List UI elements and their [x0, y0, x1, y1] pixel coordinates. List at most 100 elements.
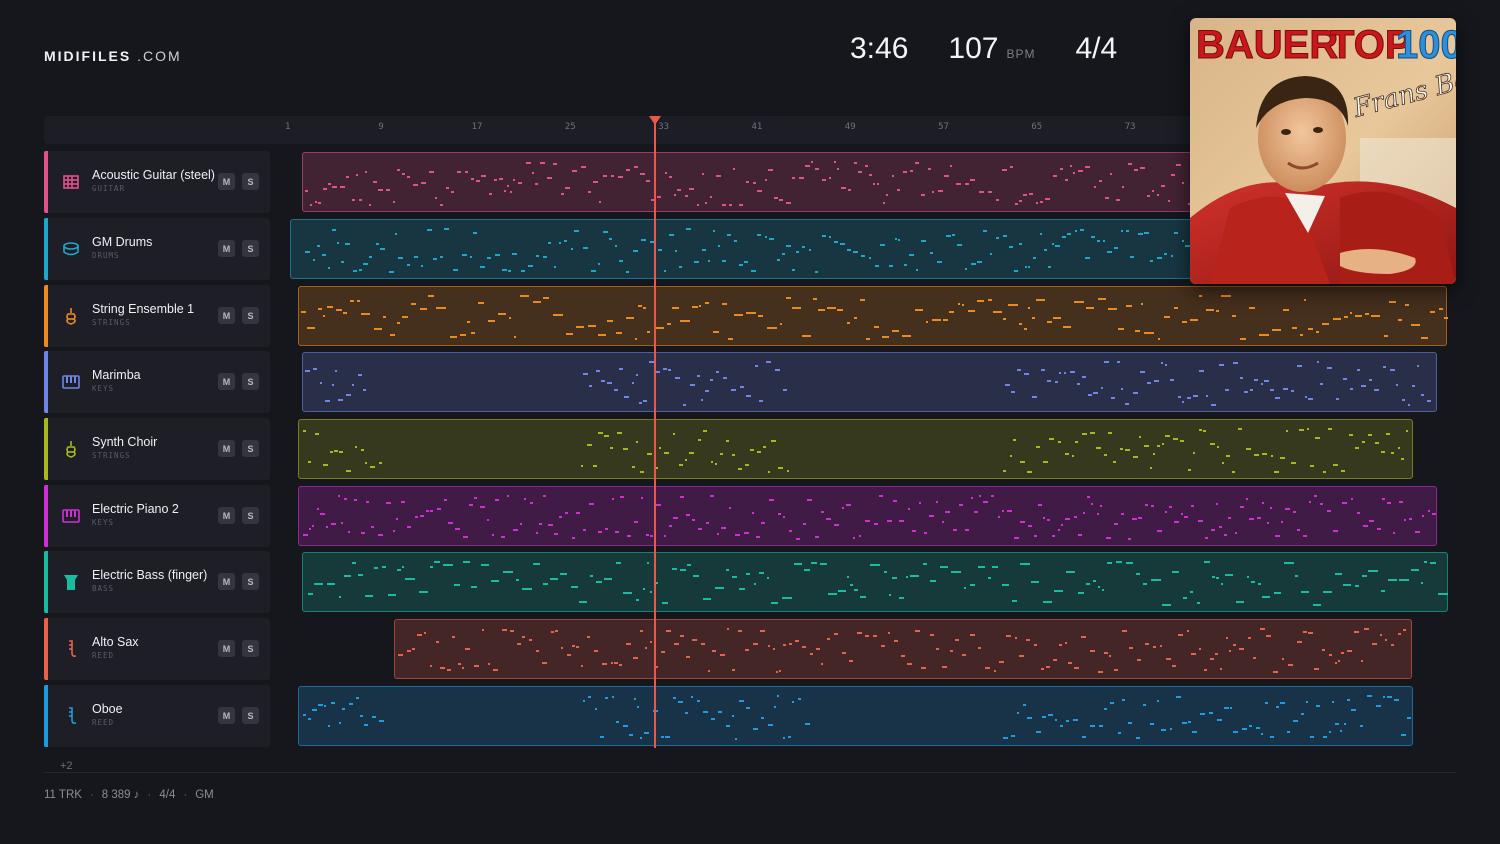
track-lane[interactable]	[290, 685, 1456, 747]
track-header[interactable]: Alto Sax REED M S	[44, 618, 270, 680]
track-category: KEYS	[92, 518, 115, 527]
track-lane[interactable]	[290, 418, 1456, 480]
track-category: STRINGS	[92, 451, 131, 460]
midi-clip[interactable]	[394, 619, 1412, 679]
reed-icon	[62, 640, 80, 658]
track-header[interactable]: Oboe REED M S	[44, 685, 270, 747]
track-name: Marimba	[92, 368, 141, 382]
reed-icon	[62, 707, 80, 725]
track-name: GM Drums	[92, 235, 153, 249]
mute-button[interactable]: M	[218, 240, 235, 257]
mute-button[interactable]: M	[218, 307, 235, 324]
ruler-tick: 73	[1124, 122, 1136, 132]
solo-button[interactable]: S	[242, 307, 259, 324]
track-lane[interactable]	[290, 551, 1456, 613]
track-category: REED	[92, 718, 115, 727]
mute-button[interactable]: M	[218, 373, 235, 390]
midi-clip[interactable]	[298, 419, 1413, 479]
track-header[interactable]: String Ensemble 1 STRINGS M S	[44, 285, 270, 347]
ruler-tick: 1	[285, 122, 291, 132]
track-header[interactable]: Marimba KEYS M S	[44, 351, 270, 413]
album-title-a: BAUER	[1196, 23, 1338, 67]
solo-button[interactable]: S	[242, 640, 259, 657]
note-pattern	[308, 561, 1448, 606]
album-title-c: 100	[1396, 23, 1456, 67]
note-pattern	[303, 428, 1408, 473]
more-tracks-indicator[interactable]: +2	[60, 760, 73, 772]
track-header[interactable]: GM Drums DRUMS M S	[44, 218, 270, 280]
note-pattern	[303, 495, 1436, 540]
mute-button[interactable]: M	[218, 173, 235, 190]
track-lane[interactable]	[290, 485, 1456, 547]
track-name: Synth Choir	[92, 435, 158, 449]
track-lane[interactable]	[290, 351, 1456, 413]
track-name: Electric Piano 2	[92, 502, 179, 516]
song-duration: 3:46	[850, 32, 909, 65]
mute-button[interactable]: M	[218, 640, 235, 657]
ruler-tick: 41	[751, 122, 763, 132]
mute-button[interactable]: M	[218, 573, 235, 590]
track-color-stripe	[44, 485, 48, 547]
track-name: String Ensemble 1	[92, 302, 195, 316]
keys-icon	[62, 507, 80, 525]
track-color-stripe	[44, 418, 48, 480]
midi-clip[interactable]	[298, 286, 1448, 346]
mute-button[interactable]: M	[218, 507, 235, 524]
track-lane[interactable]	[290, 285, 1456, 347]
track-name: Acoustic Guitar (steel)	[92, 168, 215, 182]
solo-button[interactable]: S	[242, 173, 259, 190]
midi-clip[interactable]	[302, 552, 1448, 612]
track-color-stripe	[44, 351, 48, 413]
track-name: Alto Sax	[92, 635, 139, 649]
solo-button[interactable]: S	[242, 707, 259, 724]
playhead-marker[interactable]	[649, 116, 661, 125]
track-count: 11 TRK	[44, 789, 82, 801]
ruler-tick: 9	[378, 122, 384, 132]
midi-clip[interactable]	[298, 486, 1437, 546]
solo-button[interactable]: S	[242, 573, 259, 590]
note-pattern	[303, 695, 1411, 740]
strings-icon	[62, 307, 80, 325]
solo-button[interactable]: S	[242, 373, 259, 390]
keys-icon	[62, 373, 80, 391]
album-cover-art: BAUER TOP 100 Frans Bauer	[1190, 18, 1456, 284]
solo-button[interactable]: S	[242, 440, 259, 457]
track-header[interactable]: Acoustic Guitar (steel) GUITAR M S	[44, 151, 270, 213]
track-color-stripe	[44, 218, 48, 280]
mute-button[interactable]: M	[218, 440, 235, 457]
track-color-stripe	[44, 551, 48, 613]
track-name: Oboe	[92, 702, 123, 716]
brand-logo: MIDIFILES .COM	[44, 48, 182, 64]
mute-button[interactable]: M	[218, 707, 235, 724]
track-header[interactable]: Electric Piano 2 KEYS M S	[44, 485, 270, 547]
solo-button[interactable]: S	[242, 240, 259, 257]
track-color-stripe	[44, 685, 48, 747]
track-color-stripe	[44, 618, 48, 680]
track-category: KEYS	[92, 384, 115, 393]
time-signature: 4/4	[1075, 32, 1118, 65]
ruler-tick: 65	[1031, 122, 1043, 132]
midi-clip[interactable]	[302, 352, 1437, 412]
track-category: REED	[92, 651, 115, 660]
track-header[interactable]: Electric Bass (finger) BASS M S	[44, 551, 270, 613]
ruler-tick: 17	[471, 122, 483, 132]
brand-name: MIDIFILES	[44, 48, 132, 64]
bass-icon	[62, 573, 80, 591]
track-lane[interactable]	[290, 618, 1456, 680]
note-pattern	[305, 361, 1431, 406]
playhead[interactable]	[654, 118, 656, 748]
track-header[interactable]: Synth Choir STRINGS M S	[44, 418, 270, 480]
track-category: BASS	[92, 584, 115, 593]
ruler-tick: 25	[564, 122, 576, 132]
note-count: 8 389 ♪	[101, 789, 140, 801]
ruler-tick: 49	[844, 122, 856, 132]
brand-domain: .COM	[137, 48, 182, 64]
ruler-tick: 57	[938, 122, 949, 132]
midi-clip[interactable]	[298, 686, 1413, 746]
strings-icon	[62, 440, 80, 458]
album-cover: BAUER TOP 100 Frans Bauer	[1190, 18, 1456, 284]
track-category: GUITAR	[92, 184, 126, 193]
tempo-value: 107	[948, 32, 999, 65]
tempo-unit: BPM	[1006, 47, 1036, 61]
solo-button[interactable]: S	[242, 507, 259, 524]
